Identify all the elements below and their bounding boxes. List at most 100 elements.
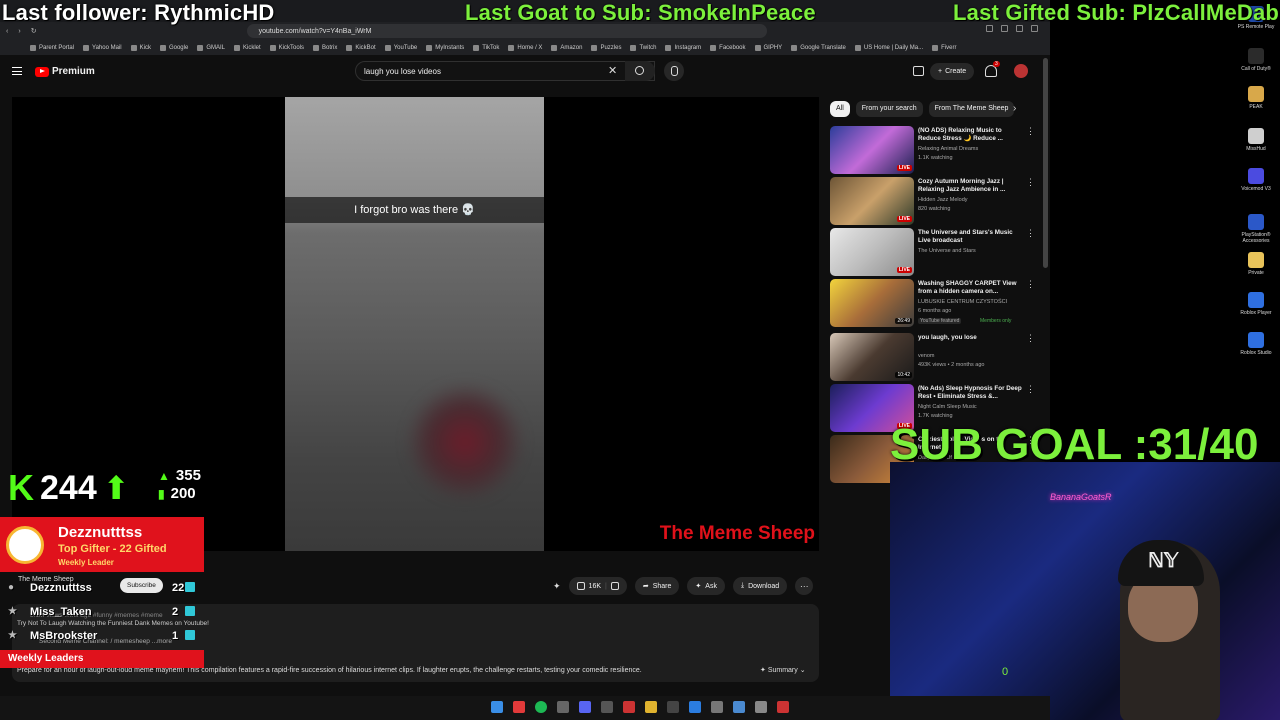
extension-icon[interactable] (986, 25, 993, 32)
video-thumbnail[interactable]: 26:49 (830, 279, 914, 327)
bookmark-item[interactable]: Parent Portal (30, 44, 74, 51)
more-options-icon[interactable]: ⋮ (1026, 279, 1035, 290)
desktop-icon[interactable]: MissHud (1236, 128, 1276, 152)
desktop-icon[interactable]: Roblox Studio (1236, 332, 1276, 356)
chevron-right-icon[interactable]: › (1013, 103, 1025, 115)
bookmark-item[interactable]: MyInstants (426, 44, 464, 51)
video-caption: I forgot bro was there 💀 (285, 197, 544, 223)
bookmark-label: Botrix (322, 44, 338, 51)
chip-from-search[interactable]: From your search (855, 101, 923, 117)
recommendation-item[interactable]: 10:42 you laugh, you lose venom 493K views … (830, 333, 1040, 381)
bookmark-item[interactable]: Home / X (508, 44, 542, 51)
extension-icon[interactable] (1016, 25, 1023, 32)
desktop-icon[interactable]: Call of Duty® (1236, 48, 1276, 72)
summary-button[interactable]: ✦ Summary ⌄ (760, 666, 806, 674)
bookmark-item[interactable]: Yahoo Mail (83, 44, 122, 51)
bookmark-item[interactable]: Kick (130, 44, 151, 51)
create-button[interactable]: + Create (930, 63, 975, 80)
scrollbar[interactable] (1043, 58, 1048, 268)
bookmark-item[interactable]: KickBot (346, 44, 376, 51)
bookmark-item[interactable]: Kicklet (233, 44, 261, 51)
bookmark-item[interactable]: TikTok (473, 44, 499, 51)
browser-taskbar-icon[interactable] (513, 701, 525, 713)
app-icon[interactable] (667, 701, 679, 713)
video-thumbnail[interactable]: LIVE (830, 177, 914, 225)
share-button[interactable]: ➦ Share (634, 577, 680, 595)
bookmark-item[interactable]: Google Translate (791, 44, 846, 51)
recommendation-item[interactable]: LIVE The Universe and Stars's Music Live … (830, 228, 1040, 276)
spotify-icon[interactable] (535, 701, 547, 713)
bookmark-item[interactable]: Facebook (710, 44, 746, 51)
bookmark-item[interactable]: Google (159, 44, 188, 51)
kick-viewer-stats: K 244 ⬆ (8, 467, 130, 509)
more-options-icon[interactable]: ⋮ (1026, 228, 1035, 239)
like-count: 16K (588, 582, 602, 590)
desktop-icon[interactable]: Roblox Player (1236, 292, 1276, 316)
chip-from-channel[interactable]: From The Meme Sheep (928, 101, 1015, 117)
more-options-icon[interactable]: ⋮ (1026, 177, 1035, 188)
bookmark-item[interactable]: Puzzles (591, 44, 621, 51)
search-button[interactable] (625, 61, 655, 81)
app-icon[interactable] (711, 701, 723, 713)
desktop-icon[interactable]: Voicemod V3 (1236, 168, 1276, 192)
bookmark-item[interactable]: KickTools (269, 44, 304, 51)
recommendation-item[interactable]: LIVE (NO ADS) Relaxing Music to Reduce St… (830, 126, 1040, 174)
back-icon[interactable]: ‹ (6, 28, 8, 35)
ny-logo: ℕ𝕐 (1148, 550, 1179, 572)
address-bar[interactable]: youtube.com/watch?v=Y4nBa_iWrM (246, 24, 767, 38)
desktop-icon[interactable]: PlayStation® Accessories (1236, 214, 1276, 244)
more-options-icon[interactable]: ⋮ (1026, 126, 1035, 137)
bookmark-item[interactable]: GIPHY (754, 44, 782, 51)
extension-icon[interactable] (1001, 25, 1008, 32)
recommendation-item[interactable]: 26:49 Washing SHAGGY CARPET View from a h… (830, 279, 1040, 327)
app-icon[interactable] (557, 701, 569, 713)
cast-icon[interactable] (913, 66, 924, 76)
menu-icon[interactable] (12, 67, 22, 75)
bookmark-item[interactable]: Instagram (665, 44, 701, 51)
app-icon[interactable] (623, 701, 635, 713)
start-icon[interactable] (491, 701, 503, 713)
avatar[interactable] (1014, 64, 1028, 78)
app-icon[interactable] (689, 701, 701, 713)
thumbs-down-icon[interactable] (610, 582, 619, 590)
bookmark-item[interactable]: Botrix (313, 44, 338, 51)
recommendation-meta: 1.1K watching (918, 155, 953, 161)
desktop-icon[interactable]: PEAK (1236, 86, 1276, 110)
bookmark-item[interactable]: YouTube (384, 44, 417, 51)
obs-icon[interactable] (601, 701, 613, 713)
bookmark-label: Twitch (639, 44, 657, 51)
like-button[interactable]: 16K | (568, 577, 627, 595)
profile-icon[interactable] (1031, 25, 1038, 32)
bookmark-favicon-icon (551, 44, 558, 51)
youtube-logo[interactable]: Premium (35, 66, 95, 77)
video-thumbnail[interactable]: 10:42 (830, 333, 914, 381)
recommendation-item[interactable]: LIVE Cozy Autumn Morning Jazz | Relaxing … (830, 177, 1040, 225)
desktop-icon[interactable]: Private (1236, 252, 1276, 276)
bookmark-item[interactable]: US Home | Daily Ma... (854, 44, 923, 51)
reload-icon[interactable]: ↻ (31, 27, 37, 35)
kick-side-stats: ▲ 355 ▮ 200 (158, 467, 201, 503)
bookmark-item[interactable]: Amazon (551, 44, 582, 51)
video-thumbnail[interactable]: LIVE (830, 228, 914, 276)
app-icon (1248, 252, 1264, 268)
bookmark-item[interactable]: Fiverr (932, 44, 956, 51)
bookmark-item[interactable]: GMAIL (197, 44, 225, 51)
more-options-icon[interactable]: ⋮ (1026, 333, 1035, 344)
bookmark-item[interactable]: Twitch (630, 44, 657, 51)
settings-icon[interactable] (755, 701, 767, 713)
more-actions-button[interactable]: … (795, 577, 814, 595)
video-thumbnail[interactable]: LIVE (830, 126, 914, 174)
video-player[interactable]: I forgot bro was there 💀 The Meme Sheep (12, 97, 819, 551)
ask-button[interactable]: ✦ Ask (687, 577, 725, 595)
more-options-icon[interactable]: ⋮ (1026, 384, 1035, 395)
discord-icon[interactable] (579, 701, 591, 713)
download-button[interactable]: ⤓ Download (732, 577, 788, 595)
clear-icon[interactable]: ✕ (608, 64, 617, 77)
mic-icon[interactable] (664, 61, 684, 81)
folder-icon[interactable] (645, 701, 657, 713)
ai-icon[interactable]: ✦ (553, 581, 561, 592)
forward-icon[interactable]: › (18, 28, 20, 35)
app-icon[interactable] (777, 701, 789, 713)
app-icon[interactable] (733, 701, 745, 713)
chip-all[interactable]: All (830, 101, 850, 117)
